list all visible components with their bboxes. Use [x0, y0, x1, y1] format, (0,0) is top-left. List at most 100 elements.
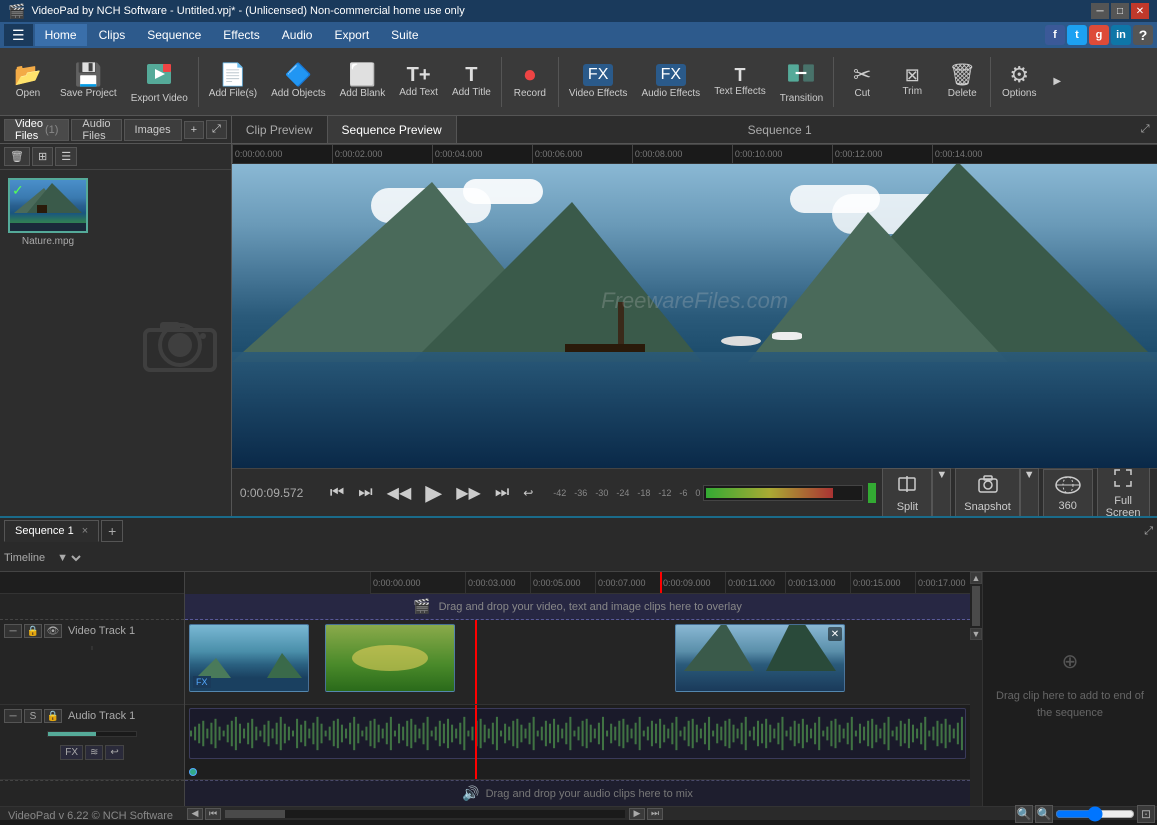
view-grid-button[interactable]: ⊞	[32, 147, 53, 166]
panel-maximize-button[interactable]: ⤢	[206, 120, 227, 139]
minimize-button[interactable]: ─	[1091, 3, 1109, 19]
view-list-button[interactable]: ☰	[55, 147, 77, 166]
audio-effects-button[interactable]: FX Audio Effects	[635, 52, 706, 112]
text-effects-button[interactable]: T Text Effects	[708, 52, 772, 112]
audio-eq-button[interactable]: ≋	[85, 745, 103, 760]
menu-clips[interactable]: Clips	[89, 24, 136, 46]
more-button[interactable]: ▶	[1045, 52, 1069, 112]
help-icon[interactable]: ?	[1133, 25, 1153, 45]
video-clip-3[interactable]: ✕	[675, 624, 845, 692]
images-tab[interactable]: Images	[124, 119, 182, 141]
cut-button[interactable]: ✂ Cut	[838, 52, 886, 112]
drop-zone-right[interactable]: ⊕ Drag clip here to add to end of the se…	[982, 572, 1157, 806]
export-video-button[interactable]: Export Video	[125, 52, 194, 112]
audio-track-lock-button[interactable]: 🔒	[44, 709, 62, 723]
snapshot-dropdown-button[interactable]: ▼	[1020, 468, 1039, 518]
timeline-expand-button[interactable]: ⤢	[1144, 525, 1153, 538]
lower-section: Sequence 1 × + ⤢ Timeline ▼	[0, 516, 1157, 820]
toolbar-sep-2	[501, 57, 502, 107]
play-button[interactable]: ▶	[421, 478, 446, 508]
preview-expand-button[interactable]: ⤢	[1133, 121, 1157, 138]
menu-export[interactable]: Export	[324, 24, 379, 46]
save-project-button[interactable]: 💾 Save Project	[54, 52, 123, 112]
zoom-out-button[interactable]: 🔍	[1015, 805, 1033, 823]
video-files-tab[interactable]: Video Files (1)	[4, 119, 69, 141]
zoom-fit-button[interactable]: ⊡	[1137, 805, 1155, 823]
video-clip-1[interactable]: FX	[189, 624, 309, 692]
video-track-mute-button[interactable]: ─	[4, 624, 22, 638]
sequence-tab-close-icon[interactable]: ×	[82, 525, 88, 537]
add-objects-button[interactable]: 🔷 Add Objects	[265, 52, 331, 112]
snapshot-button[interactable]: Snapshot	[955, 468, 1019, 518]
zoom-slider[interactable]	[1055, 810, 1135, 818]
twitter-icon[interactable]: t	[1067, 25, 1087, 45]
delete-clip-button[interactable]: 🗑	[4, 147, 30, 166]
options-button[interactable]: ⚙ Options	[995, 52, 1043, 112]
sequence-tab-1[interactable]: Sequence 1 ×	[4, 520, 99, 542]
clip-preview-tab[interactable]: Clip Preview	[232, 116, 328, 143]
skip-to-end-button[interactable]: ⏭	[491, 482, 513, 504]
menu-sequence[interactable]: Sequence	[137, 24, 211, 46]
menu-effects[interactable]: Effects	[213, 24, 269, 46]
record-button[interactable]: ⏺ Record	[506, 52, 554, 112]
audio-clip-1[interactable]	[189, 708, 966, 759]
add-blank-button[interactable]: ⬜ Add Blank	[334, 52, 392, 112]
zoom-in-button[interactable]: 🔍	[1035, 805, 1053, 823]
loop-button[interactable]: ↩	[519, 484, 537, 502]
audio-track-mute-button[interactable]: ─	[4, 709, 22, 723]
fast-forward-button[interactable]: ▶▶	[452, 481, 485, 505]
split-button[interactable]: Split	[882, 468, 932, 518]
scroll-thumb-h[interactable]	[225, 810, 285, 818]
video-track-controls: ─ 🔒 👁 Video Track 1	[4, 624, 180, 638]
add-sequence-button[interactable]: +	[101, 520, 123, 542]
close-button[interactable]: ✕	[1131, 3, 1149, 19]
video-effects-button[interactable]: FX Video Effects	[563, 52, 634, 112]
scroll-right-button[interactable]: ▶	[629, 808, 645, 820]
scroll-jump-left-button[interactable]: ⏮	[205, 808, 221, 820]
vr360-button[interactable]: 360	[1043, 469, 1093, 517]
skip-to-start-button[interactable]: ⏮	[326, 482, 348, 504]
audio-files-tab[interactable]: Audio Files	[71, 119, 121, 141]
video-track-lock-button[interactable]: 🔒	[24, 624, 42, 638]
google-icon[interactable]: g	[1089, 25, 1109, 45]
video-track-visibility-button[interactable]: 👁	[44, 624, 62, 638]
scroll-up-button[interactable]: ▲	[970, 572, 982, 584]
sequence-preview-tab[interactable]: Sequence Preview	[328, 116, 457, 143]
tick-2: 0:00:05.000	[530, 572, 581, 593]
timeline-dropdown[interactable]: ▼	[53, 551, 84, 565]
playhead-ruler	[660, 572, 662, 593]
menu-suite[interactable]: Suite	[381, 24, 428, 46]
add-title-button[interactable]: T Add Title	[446, 52, 497, 112]
add-media-type-button[interactable]: +	[184, 121, 204, 139]
transition-button[interactable]: Transition	[774, 52, 830, 112]
add-files-button[interactable]: 📄 Add File(s)	[203, 52, 263, 112]
clip-1-fx-label[interactable]: FX	[193, 676, 211, 688]
hamburger-menu-button[interactable]: ☰	[4, 24, 33, 46]
scroll-down-button[interactable]: ▼	[970, 628, 982, 640]
menu-audio[interactable]: Audio	[272, 24, 323, 46]
menu-home[interactable]: Home	[35, 24, 87, 46]
audio-loop-button[interactable]: ↩	[105, 745, 123, 760]
facebook-icon[interactable]: f	[1045, 25, 1065, 45]
track-volume-slider[interactable]	[91, 646, 93, 650]
open-button[interactable]: 📂 Open	[4, 52, 52, 112]
audio-track-solo-button[interactable]: S	[24, 709, 42, 723]
split-dropdown-button[interactable]: ▼	[932, 468, 951, 518]
maximize-button[interactable]: □	[1111, 3, 1129, 19]
linkedin-icon[interactable]: in	[1111, 25, 1131, 45]
scroll-thumb[interactable]	[972, 586, 980, 626]
trim-button[interactable]: ⊠ Trim	[888, 52, 936, 112]
video-track-label: ─ 🔒 👁 Video Track 1	[0, 620, 184, 705]
prev-frame-button[interactable]: ⏭	[354, 482, 376, 504]
delete-button[interactable]: 🗑 Delete	[938, 52, 986, 112]
audio-volume-slider[interactable]	[47, 731, 137, 737]
clip-3-close-button[interactable]: ✕	[828, 627, 842, 641]
audio-fx-button[interactable]: FX	[60, 745, 83, 760]
video-clip-2[interactable]	[325, 624, 455, 692]
video-file-item[interactable]: ✓ Nature.mpg	[8, 178, 88, 247]
scroll-left-button[interactable]: ◀	[187, 808, 203, 820]
rewind-button[interactable]: ◀◀	[383, 481, 416, 505]
add-text-button[interactable]: T+ Add Text	[393, 52, 444, 112]
scroll-jump-right-button[interactable]: ⏭	[647, 808, 663, 820]
fullscreen-button[interactable]: Full Screen	[1097, 462, 1150, 524]
